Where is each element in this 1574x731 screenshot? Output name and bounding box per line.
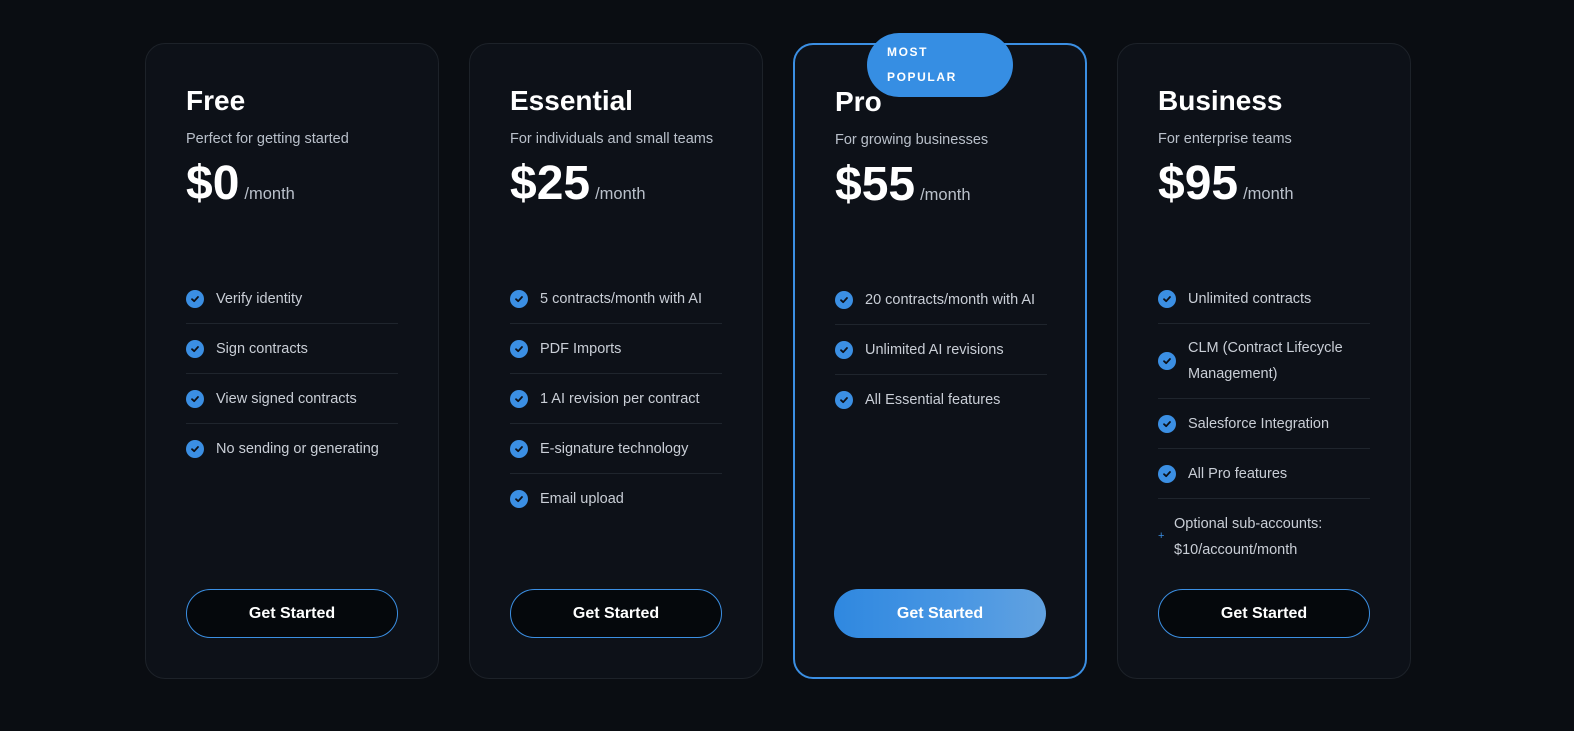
check-circle-icon <box>186 389 204 408</box>
plan-name: Essential <box>510 85 633 116</box>
feature-text: All Essential features <box>865 392 1001 408</box>
plan-card-business: Business For enterprise teams $95 /month… <box>1117 43 1411 679</box>
feature-text: 5 contracts/month with AI <box>540 290 702 307</box>
price-period: /month <box>920 186 971 204</box>
check-circle-icon <box>835 391 853 409</box>
feature-item: 1 AI revision per contract <box>510 374 722 424</box>
plan-name: Business <box>1158 85 1283 116</box>
feature-item: PDF Imports <box>510 324 722 374</box>
plan-card-pro: MOST POPULAR Pro For growing businesses … <box>793 33 1087 679</box>
feature-text: Verify identity <box>216 290 303 307</box>
check-circle-icon <box>510 339 528 358</box>
price-row: $95 /month <box>1158 154 1370 214</box>
plan-price: $55 <box>835 158 916 211</box>
plus-icon: + <box>1158 530 1165 542</box>
feature-item: 5 contracts/month with AI <box>510 274 722 324</box>
plan-price: $95 <box>1158 157 1239 210</box>
feature-text: 20 contracts/month with AI <box>865 291 1036 308</box>
check-circle-icon <box>835 290 853 309</box>
get-started-button-essential[interactable]: Get Started <box>510 589 722 638</box>
feature-item: Sign contracts <box>186 324 398 374</box>
addon-item: + Optional sub-accounts: $10/account/mont… <box>1158 499 1370 574</box>
feature-text: All Pro features <box>1188 465 1288 482</box>
feature-text: Salesforce Integration <box>1188 415 1330 432</box>
check-circle-icon <box>186 440 204 458</box>
check-circle-icon <box>186 339 204 358</box>
price-period: /month <box>595 185 646 203</box>
check-circle-icon <box>510 439 528 458</box>
feature-text: No sending or generating <box>216 441 379 457</box>
feature-text: E-signature technology <box>540 440 689 457</box>
feature-text: PDF Imports <box>540 340 622 357</box>
feature-text: Unlimited contracts <box>1188 290 1312 307</box>
check-circle-icon <box>1158 414 1176 433</box>
plan-card-free: Free Perfect for getting started $0 /mon… <box>145 43 439 679</box>
feature-text: Unlimited AI revisions <box>865 341 1004 358</box>
check-circle-icon <box>1158 352 1176 370</box>
feature-item: 20 contracts/month with AI <box>835 275 1047 325</box>
check-circle-icon <box>835 340 853 359</box>
feature-item: All Essential features <box>835 375 1047 425</box>
feature-text: Email upload <box>540 491 624 507</box>
feature-item: Unlimited contracts <box>1158 274 1370 324</box>
feature-item: E-signature technology <box>510 424 722 474</box>
plan-card-essential: Essential For individuals and small team… <box>469 43 763 679</box>
feature-item: Email upload <box>510 474 722 524</box>
addon-text: Optional sub-accounts: $10/account/month <box>1174 515 1323 558</box>
plan-price: $25 <box>510 157 591 210</box>
check-circle-icon <box>510 490 528 508</box>
price-row: $0 /month <box>186 154 398 214</box>
price-period: /month <box>1243 185 1294 203</box>
feature-list: Verify identity Sign contracts View sign… <box>186 274 398 474</box>
feature-item: View signed contracts <box>186 374 398 424</box>
badge-line: MOST <box>887 45 929 59</box>
get-started-button-pro[interactable]: Get Started <box>834 589 1046 638</box>
check-circle-icon <box>1158 289 1176 308</box>
feature-text: 1 AI revision per contract <box>540 390 700 407</box>
price-period: /month <box>244 185 295 203</box>
price-row: $55 /month <box>835 155 1045 215</box>
feature-list: 5 contracts/month with AI PDF Imports 1 … <box>510 274 722 524</box>
plan-name: Free <box>186 85 246 116</box>
plan-description: For individuals and small teams <box>510 131 714 147</box>
feature-item: Unlimited AI revisions <box>835 325 1047 375</box>
feature-text: CLM (Contract Lifecycle Management) <box>1188 340 1343 382</box>
get-started-button-business[interactable]: Get Started <box>1158 589 1370 638</box>
plan-price: $0 <box>186 157 240 210</box>
badge-line: POPULAR <box>887 70 957 84</box>
feature-list: Unlimited contracts CLM (Contract Lifecy… <box>1158 274 1370 574</box>
plan-description: Perfect for getting started <box>186 131 349 147</box>
pricing-plans: Free Perfect for getting started $0 /mon… <box>145 33 1411 679</box>
plan-description: For growing businesses <box>835 132 989 148</box>
check-circle-icon <box>1158 464 1176 483</box>
feature-item: CLM (Contract Lifecycle Management) <box>1158 324 1370 399</box>
most-popular-badge: MOST POPULAR <box>867 33 1013 97</box>
feature-list: 20 contracts/month with AI Unlimited AI … <box>835 275 1047 425</box>
plan-description: For enterprise teams <box>1158 131 1292 147</box>
feature-item: No sending or generating <box>186 424 398 474</box>
check-circle-icon <box>510 289 528 308</box>
feature-item: All Pro features <box>1158 449 1370 499</box>
check-circle-icon <box>186 289 204 308</box>
feature-item: Salesforce Integration <box>1158 399 1370 449</box>
feature-text: Sign contracts <box>216 340 308 357</box>
check-circle-icon <box>510 389 528 408</box>
get-started-button-free[interactable]: Get Started <box>186 589 398 638</box>
price-row: $25 /month <box>510 154 722 214</box>
feature-item: Verify identity <box>186 274 398 324</box>
feature-text: View signed contracts <box>216 390 357 407</box>
